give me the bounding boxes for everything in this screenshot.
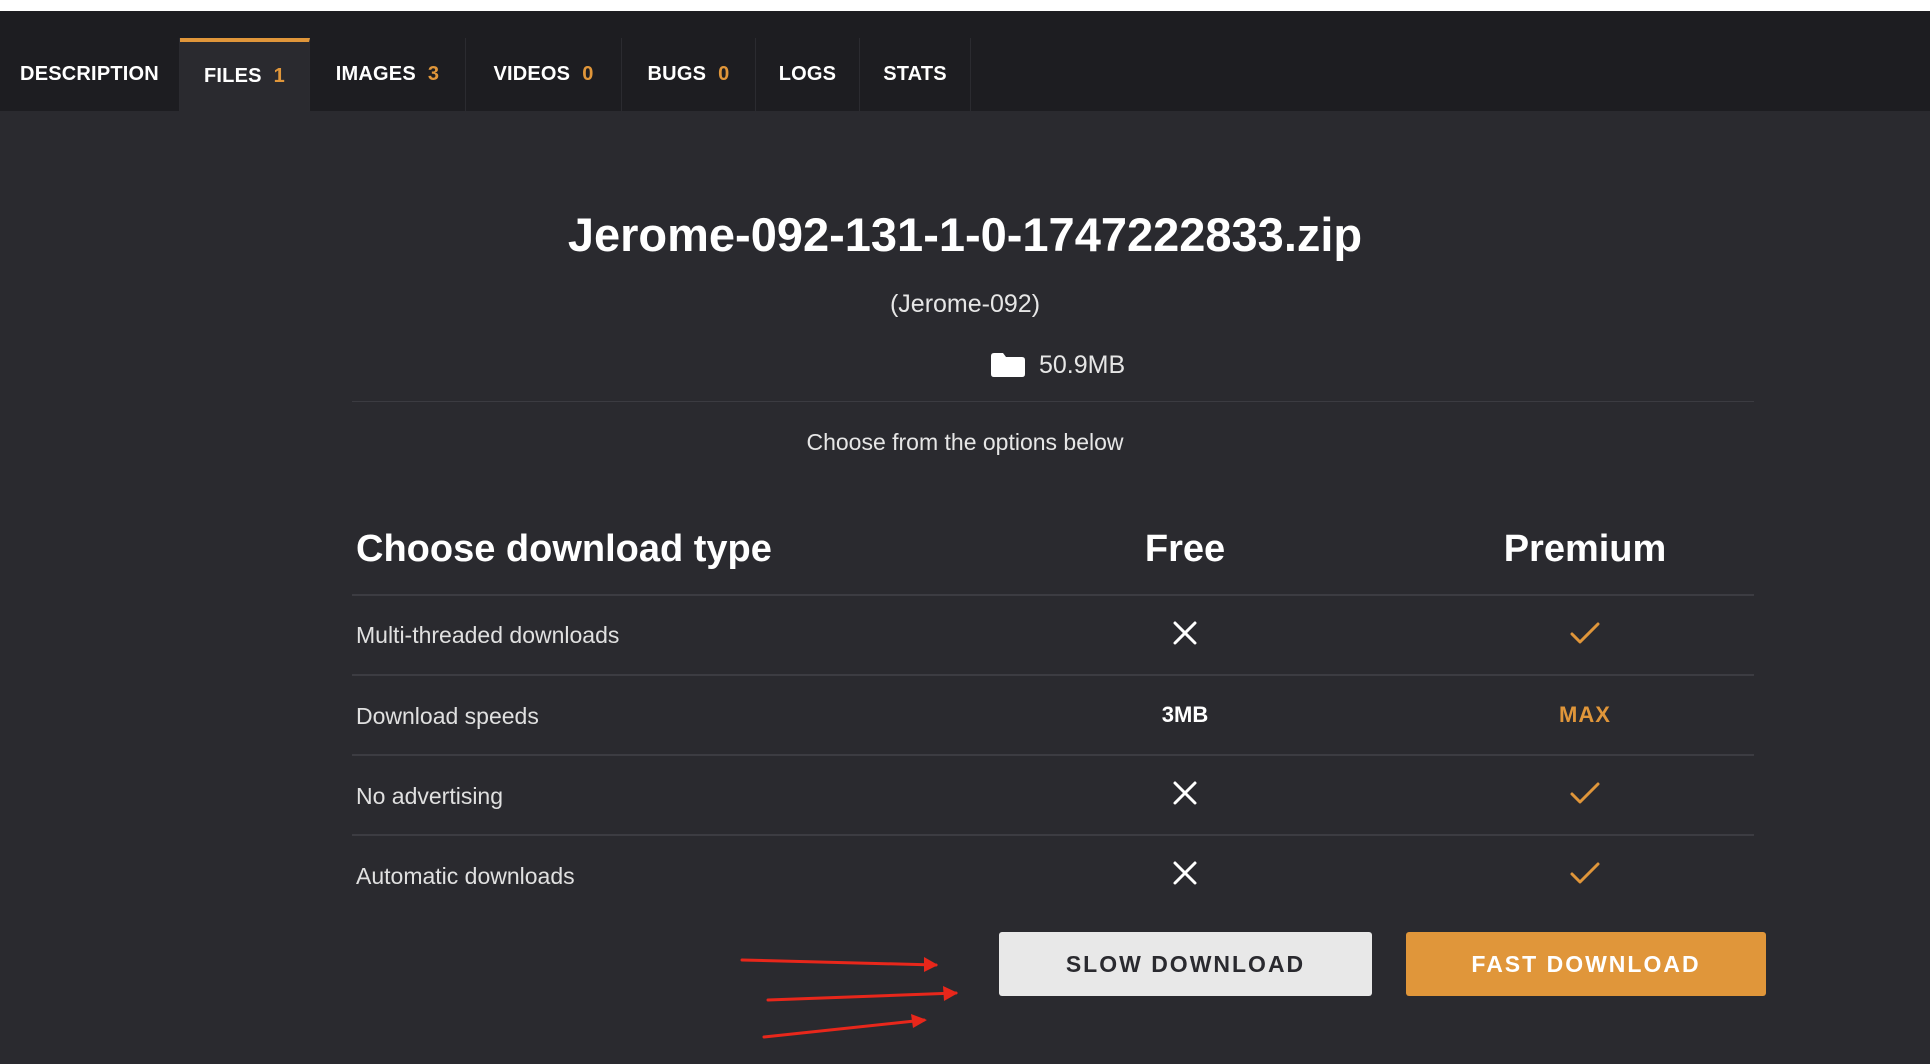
free-cell [1085,853,1285,893]
tab-count: 0 [582,63,594,85]
premium-cell: MAX [1485,695,1685,735]
tab-description[interactable]: DESCRIPTION [0,38,180,111]
file-size-value: 50.9MB [1039,350,1126,379]
file-subtitle: (Jerome-092) [889,290,1041,318]
tab-files[interactable]: FILES 1 [180,38,310,111]
tab-count: 3 [427,63,440,85]
row-label-multithreaded: Multi-threaded downloads [356,622,620,648]
tab-images[interactable]: IMAGES 3 [310,38,466,111]
tab-count: 1 [273,65,285,87]
row-label-download-speeds: Download speeds [356,703,539,729]
x-icon [1173,621,1197,645]
free-cell [1085,613,1285,653]
premium-cell [1485,853,1685,893]
tab-label: STATS [883,63,947,85]
annotation-arrows-icon [740,957,958,1039]
file-name: Jerome-092-131-1-0-1747222833.zip [567,208,1363,261]
tab-label: IMAGES [335,63,416,85]
row-divider [352,834,1754,836]
check-icon [1570,862,1600,884]
fast-download-button[interactable]: FAST DOWNLOAD [1406,932,1766,996]
table-header-premium: Premium [1503,528,1667,570]
check-icon [1570,622,1600,644]
tab-label: BUGS [647,63,707,85]
table-header-free: Free [1144,528,1226,570]
tab-logs[interactable]: LOGS [756,38,860,111]
x-icon [1173,861,1197,885]
free-cell: 3MB [1085,695,1285,735]
tab-label: FILES [204,65,262,87]
premium-cell [1485,613,1685,653]
premium-cell [1485,773,1685,813]
file-size: 50.9MB [991,350,1125,380]
top-strip [0,0,1930,11]
table-header-type: Choose download type [356,528,772,570]
tab-bugs[interactable]: BUGS 0 [622,38,756,111]
row-label-automatic-downloads: Automatic downloads [356,863,575,889]
check-icon [1570,782,1600,804]
slow-download-button[interactable]: SLOW DOWNLOAD [999,932,1372,996]
divider [352,401,1754,402]
row-label-no-advertising: No advertising [356,783,504,809]
tab-label: VIDEOS [493,63,571,85]
row-divider [352,594,1754,596]
row-divider [352,754,1754,756]
free-speed-value: 3MB [1161,702,1209,727]
free-cell [1085,773,1285,813]
tab-videos[interactable]: VIDEOS 0 [466,38,622,111]
tab-bar: DESCRIPTION FILES 1 IMAGES 3 VIDEOS 0 BUGS 0… [0,11,1930,111]
tab-count: 0 [718,63,730,85]
row-divider [352,674,1754,676]
tab-label: DESCRIPTION [20,63,159,85]
choose-options-text: Choose from the options below [806,429,1124,455]
tab-stats[interactable]: STATS [860,38,971,111]
premium-speed-value: MAX [1559,702,1611,727]
x-icon [1173,781,1197,805]
folder-icon [991,353,1025,377]
tab-label: LOGS [778,63,837,85]
